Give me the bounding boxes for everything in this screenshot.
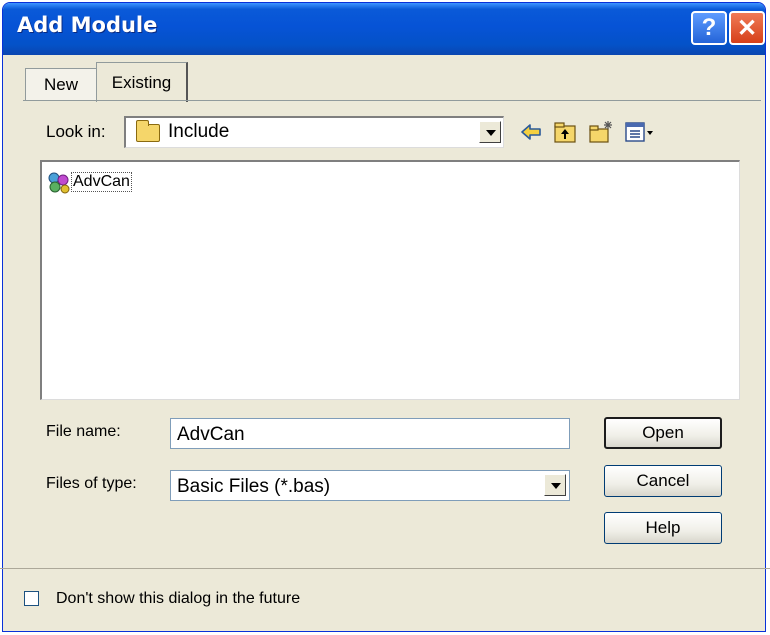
chevron-down-icon[interactable] [544,474,566,496]
close-icon: ✕ [736,14,758,42]
tab-new[interactable]: New [25,68,97,101]
folder-icon [136,120,160,142]
file-name-value: AdvCan [177,424,245,445]
title-help-button[interactable]: ? [691,11,727,45]
up-one-level-icon[interactable] [552,119,578,145]
help-button[interactable]: Help [604,512,722,544]
tab-existing[interactable]: Existing [96,62,188,102]
view-menu-icon[interactable] [624,119,656,145]
new-folder-icon[interactable] [588,119,614,145]
file-list[interactable]: AdvCan [40,160,740,400]
files-of-type-dropdown[interactable]: Basic Files (*.bas) [170,470,570,501]
cancel-button[interactable]: Cancel [604,465,722,497]
module-icon [48,172,70,194]
close-button[interactable]: ✕ [729,11,765,45]
look-in-label: Look in: [46,122,106,141]
open-button[interactable]: Open [604,417,722,449]
files-of-type-value: Basic Files (*.bas) [177,476,331,497]
chevron-down-icon[interactable] [479,121,501,143]
look-in-value: Include [168,121,230,142]
back-arrow-icon[interactable] [518,119,544,145]
files-of-type-label: Files of type: [46,475,137,492]
file-name-field[interactable]: AdvCan [170,418,570,449]
divider [0,568,770,569]
dont-show-label: Don't show this dialog in the future [56,590,301,607]
list-item-label: AdvCan [71,172,132,192]
file-name-label: File name: [46,423,121,440]
dialog-title: Add Module [17,13,158,37]
title-bar[interactable]: Add Module ? ✕ [3,3,765,55]
dont-show-checkbox[interactable] [24,591,39,606]
look-in-dropdown[interactable]: Include [124,116,504,148]
